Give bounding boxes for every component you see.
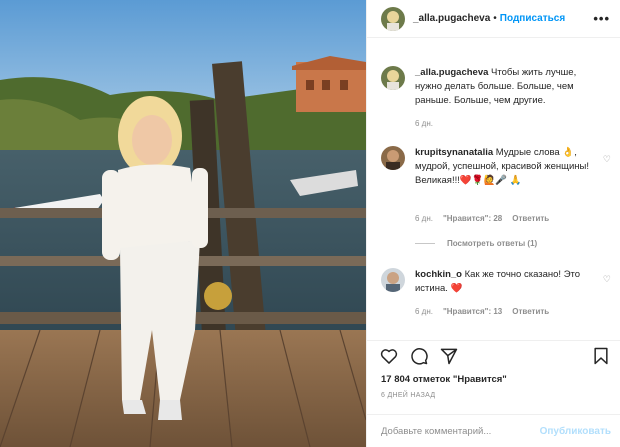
share-icon[interactable]	[439, 346, 459, 366]
comment-text: kochkin_o Как же точно сказано! Это исти…	[415, 268, 595, 296]
comment-likes[interactable]: "Нравится": 28	[443, 214, 502, 223]
comment-like-heart-icon[interactable]: ♡	[603, 274, 611, 285]
author-username[interactable]: _alla.pugacheva	[413, 13, 490, 24]
follow-button[interactable]: Подписаться	[500, 13, 565, 24]
comment-avatar-image	[381, 268, 405, 292]
heart-icon[interactable]	[379, 346, 399, 366]
replies-divider	[415, 243, 435, 244]
likes-count[interactable]: 17 804 отметок "Нравится"	[381, 374, 507, 385]
view-replies-button[interactable]: Посмотреть ответы (1)	[415, 239, 537, 248]
comment-row: krupitsynanatalia Мудрые слова 👌, мудрой…	[381, 146, 613, 188]
header-separator: •	[493, 13, 497, 24]
comment-meta: 6 дн. "Нравится": 28 Ответить	[415, 214, 549, 223]
author-avatar[interactable]	[381, 6, 405, 31]
bookmark-icon[interactable]	[591, 346, 611, 366]
author-avatar-image	[381, 6, 405, 31]
post-photo-image	[0, 0, 366, 447]
comment-meta: 6 дн. "Нравится": 13 Ответить	[415, 307, 549, 316]
comment-reply-button[interactable]: Ответить	[512, 307, 549, 316]
comment-avatar[interactable]	[381, 146, 405, 170]
view-replies-label: Посмотреть ответы (1)	[447, 239, 538, 248]
caption-meta: 6 дн.	[415, 119, 433, 128]
comment-username[interactable]: krupitsynanatalia	[415, 147, 493, 158]
comment-row: kochkin_o Как же точно сказано! Это исти…	[381, 268, 613, 296]
post-actions	[367, 340, 620, 370]
comment-avatar-image	[381, 146, 405, 170]
caption-text: _alla.pugacheva Чтобы жить лучше, нужно …	[415, 66, 595, 108]
comment-avatar[interactable]	[381, 268, 405, 292]
caption-avatar-image	[381, 66, 405, 90]
caption-time[interactable]: 6 дн.	[415, 119, 433, 128]
comment-reply-button[interactable]: Ответить	[512, 214, 549, 223]
instagram-post: _alla.pugacheva • Подписаться ••• _alla.…	[0, 0, 620, 447]
caption-row: _alla.pugacheva Чтобы жить лучше, нужно …	[381, 66, 613, 108]
caption-username[interactable]: _alla.pugacheva	[415, 67, 488, 78]
comment-like-heart-icon[interactable]: ♡	[603, 154, 611, 165]
comment-likes[interactable]: "Нравится": 13	[443, 307, 502, 316]
comment-icon[interactable]	[409, 346, 429, 366]
add-comment-bar: Опубликовать	[367, 414, 620, 447]
post-timestamp[interactable]: 6 ДНЕЙ НАЗАД	[381, 392, 435, 399]
comment-text: krupitsynanatalia Мудрые слова 👌, мудрой…	[415, 146, 595, 188]
comments-list[interactable]: _alla.pugacheva Чтобы жить лучше, нужно …	[367, 58, 620, 338]
post-panel: _alla.pugacheva • Подписаться ••• _alla.…	[366, 0, 620, 447]
caption-avatar[interactable]	[381, 66, 405, 90]
comment-time[interactable]: 6 дн.	[415, 307, 433, 316]
comment-username[interactable]: kochkin_o	[415, 269, 462, 280]
comment-input[interactable]	[381, 425, 540, 437]
post-photo[interactable]	[0, 0, 366, 447]
post-header: _alla.pugacheva • Подписаться •••	[367, 0, 620, 38]
publish-button[interactable]: Опубликовать	[540, 426, 611, 437]
comment-time[interactable]: 6 дн.	[415, 214, 433, 223]
more-options-icon[interactable]: •••	[593, 11, 610, 26]
